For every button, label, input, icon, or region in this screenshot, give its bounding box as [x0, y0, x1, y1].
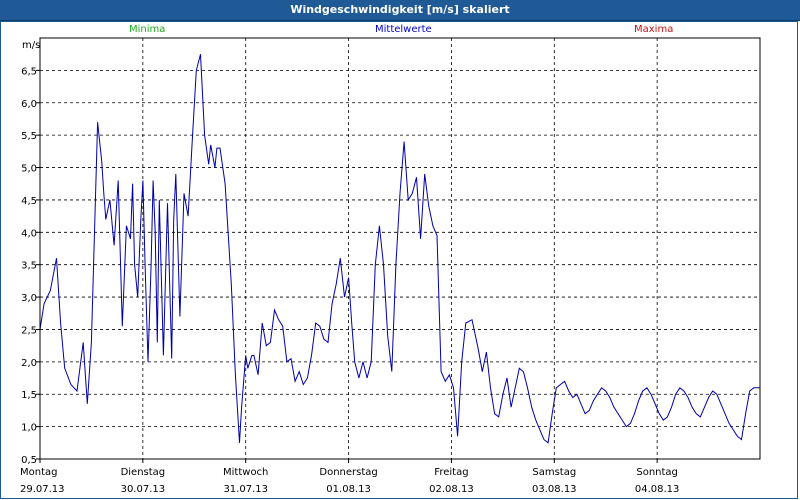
y-tick-label: 3,0: [21, 293, 37, 304]
x-tick-day: Samstag: [532, 467, 576, 478]
x-tick-date: 04.08.13: [635, 484, 680, 495]
y-tick-label: 5,5: [21, 131, 37, 142]
x-tick-day: Dienstag: [121, 467, 166, 478]
x-tick-date: 29.07.13: [20, 484, 65, 495]
y-tick-label: 0,5: [21, 455, 37, 466]
x-axis-ticks: Montag 29.07.13 Dienstag 30.07.13 Mittwoch 31…: [20, 459, 679, 495]
y-tick-label: 5,0: [21, 164, 37, 175]
y-tick-label: 1,5: [21, 390, 37, 401]
x-tick-date: 31.07.13: [223, 484, 268, 495]
y-tick-label: 2,0: [21, 358, 37, 369]
line-chart: 0,51,01,52,02,53,03,54,04,55,05,56,06,5 …: [20, 37, 761, 495]
y-tick-label: 2,5: [21, 325, 37, 336]
series-line-mittelwerte: [39, 54, 760, 444]
x-tick-date: 30.07.13: [121, 484, 166, 495]
x-tick-day: Freitag: [434, 467, 468, 478]
x-tick-day: Donnerstag: [319, 467, 377, 478]
y-tick-label: 1,0: [21, 423, 37, 434]
x-tick-day: Mittwoch: [223, 467, 268, 478]
y-tick-label: 6,5: [21, 66, 37, 77]
y-tick-label: 4,0: [21, 228, 37, 239]
y-axis-ticks: 0,5 1,0 1,5 2,0 2,5 3,0 3,5 4,0 4,5 5,0 5,5 6,0 6,5: [21, 66, 40, 466]
series-layer: [39, 54, 760, 444]
y-tick-label: 6,0: [21, 99, 37, 110]
x-tick-date: 02.08.13: [429, 484, 474, 495]
y-tick-label: 3,5: [21, 261, 37, 272]
x-tick-date: 03.08.13: [532, 484, 577, 495]
x-tick-date: 01.08.13: [326, 484, 371, 495]
x-tick-day: Sonntag: [636, 467, 678, 478]
x-tick-day: Montag: [20, 467, 57, 478]
y-tick-label: 4,5: [21, 196, 37, 207]
y-axis-label: m/s: [22, 40, 40, 51]
